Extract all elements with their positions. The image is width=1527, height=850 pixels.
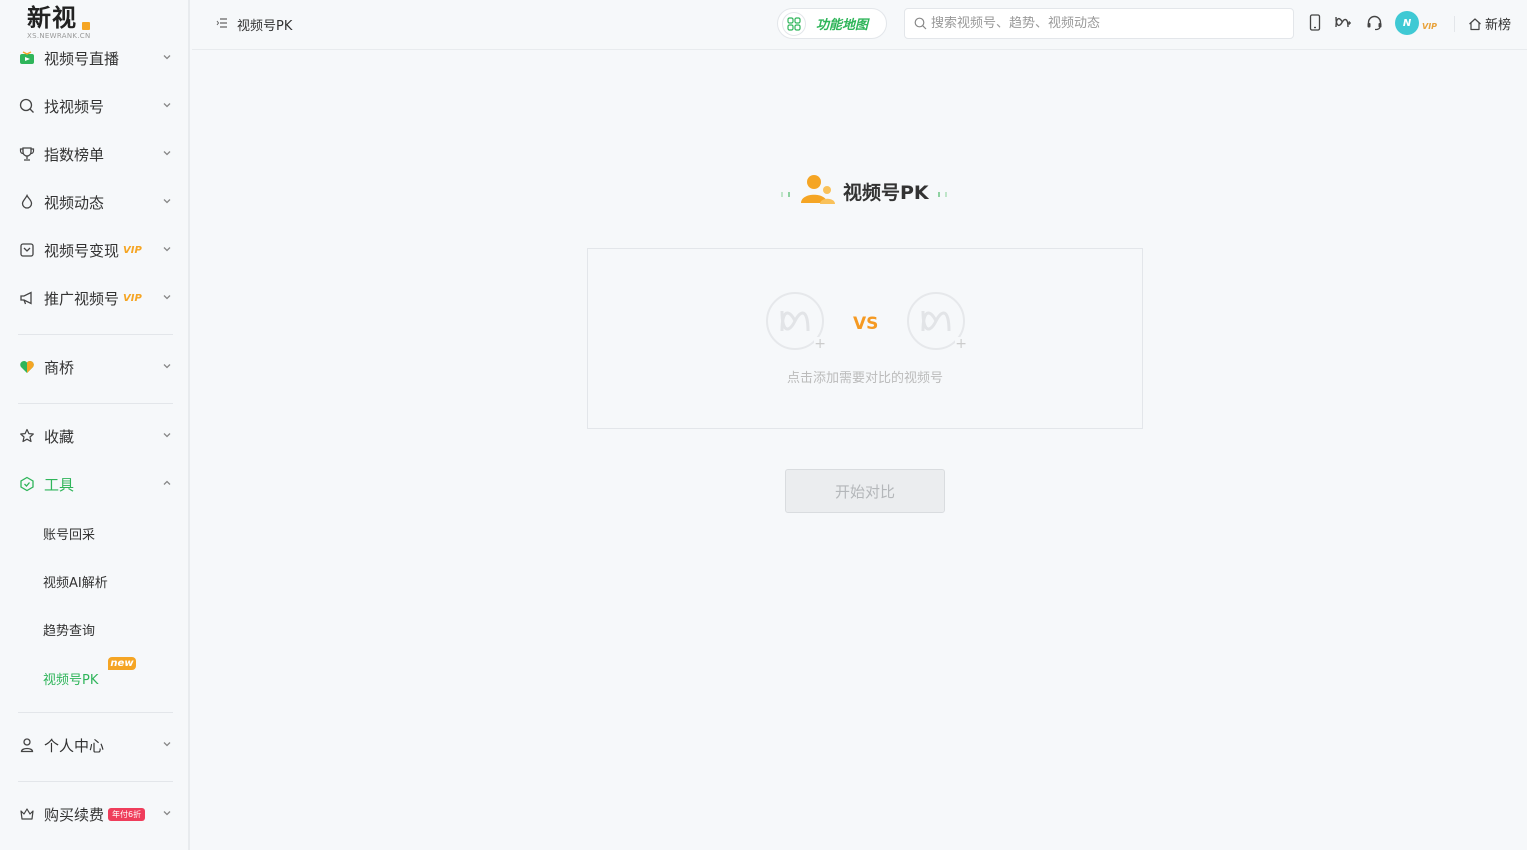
plus-icon: + xyxy=(814,336,826,352)
function-map-label: 功能地图 xyxy=(816,18,869,33)
menu-fold-icon[interactable] xyxy=(216,17,228,29)
vip-badge: VIP xyxy=(123,244,142,256)
page-title-block: 视频号PK xyxy=(778,172,953,208)
sidebar-item-rank[interactable]: 指数榜单 xyxy=(18,139,174,169)
sidebar-item-bridge[interactable]: 商桥 xyxy=(18,352,174,382)
sidebar-item-favorites[interactable]: 收藏 xyxy=(18,421,174,451)
discount-badge: 年付6折 xyxy=(108,807,146,821)
pk-hint-text: 点击添加需要对比的视频号 xyxy=(786,371,943,386)
top-header: 视频号PK 功能地图 N VIP 新榜 xyxy=(192,0,1527,50)
sidebar-subitem-video-ai[interactable]: 视频AI解析 xyxy=(43,572,108,591)
sidebar-item-tools[interactable]: 工具 xyxy=(18,469,174,499)
sidebar-item-label: 购买续费 xyxy=(44,805,105,824)
crown-icon xyxy=(18,805,36,823)
plus-icon: + xyxy=(955,336,967,352)
sidebar-item-label: 推广视频号 xyxy=(44,289,120,308)
add-account-slot-right[interactable]: + xyxy=(907,292,967,352)
breadcrumb: 视频号PK xyxy=(237,19,293,34)
newrank-home-link[interactable]: 新榜 xyxy=(1468,14,1511,33)
chevron-down-icon xyxy=(162,430,172,440)
header-divider xyxy=(1454,16,1455,32)
sidebar-item-find[interactable]: 找视频号 xyxy=(18,91,174,121)
home-icon xyxy=(1469,17,1481,30)
function-map-button[interactable]: 功能地图 xyxy=(777,8,887,39)
sidebar-item-label: 收藏 xyxy=(44,427,75,446)
search-icon xyxy=(18,97,36,115)
chevron-down-icon xyxy=(162,808,172,818)
channels-placeholder-icon xyxy=(780,310,810,332)
title-deco-right xyxy=(938,192,947,197)
vip-badge: VIP xyxy=(123,292,142,304)
mobile-icon[interactable] xyxy=(1309,14,1321,31)
logo-mark xyxy=(82,22,90,30)
chevron-down-icon xyxy=(162,100,172,110)
chevron-down-icon xyxy=(162,361,172,371)
user-icon xyxy=(18,736,36,754)
channels-icon[interactable] xyxy=(1334,14,1352,31)
trophy-icon xyxy=(18,145,36,163)
tools-icon xyxy=(18,475,36,493)
logo-text: 新视 xyxy=(27,4,77,32)
users-icon xyxy=(801,175,835,204)
chevron-up-icon xyxy=(162,478,172,488)
sidebar-item-profile[interactable]: 个人中心 xyxy=(18,730,174,760)
home-label: 新榜 xyxy=(1485,18,1512,33)
sidebar-item-label: 找视频号 xyxy=(44,97,105,116)
sidebar-item-promote[interactable]: 推广视频号 VIP xyxy=(18,283,174,313)
search-icon xyxy=(914,17,927,30)
monetize-icon xyxy=(18,241,36,259)
divider xyxy=(18,712,173,713)
sidebar-item-label: 工具 xyxy=(44,475,75,494)
page-title: 视频号PK xyxy=(843,182,929,204)
pk-compare-box: + VS + 点击添加需要对比的视频号 xyxy=(587,248,1143,429)
divider xyxy=(18,334,173,335)
chevron-down-icon xyxy=(162,196,172,206)
add-account-slot-left[interactable]: + xyxy=(766,292,826,352)
vip-status-badge: VIP xyxy=(1422,22,1438,31)
sidebar: 新视 XS.NEWRANK.CN 视频号直播 找视频号 指数榜单 视频动态 视频… xyxy=(0,0,190,850)
title-deco-left xyxy=(781,192,790,197)
vs-label: VS xyxy=(853,314,879,334)
headset-icon[interactable] xyxy=(1366,14,1383,31)
sidebar-item-label: 个人中心 xyxy=(44,736,105,755)
sidebar-subitem-account-backfill[interactable]: 账号回采 xyxy=(43,524,95,543)
sidebar-item-label: 视频号变现 xyxy=(44,241,120,260)
chevron-down-icon xyxy=(162,148,172,158)
logo[interactable]: 新视 XS.NEWRANK.CN xyxy=(27,4,91,40)
chevron-down-icon xyxy=(162,244,172,254)
star-icon xyxy=(18,427,36,445)
sidebar-item-monetize[interactable]: 视频号变现 VIP xyxy=(18,235,174,265)
search-input[interactable] xyxy=(931,16,1281,31)
start-compare-button[interactable]: 开始对比 xyxy=(785,469,945,513)
sidebar-item-label: 视频动态 xyxy=(44,193,105,212)
sidebar-item-label: 视频号直播 xyxy=(44,49,120,68)
logo-subtext: XS.NEWRANK.CN xyxy=(27,32,91,40)
chevron-down-icon xyxy=(162,52,172,62)
bridge-icon xyxy=(18,358,36,376)
sidebar-item-dynamics[interactable]: 视频动态 xyxy=(18,187,174,217)
new-badge: new xyxy=(108,657,136,670)
chevron-down-icon xyxy=(162,292,172,302)
chevron-down-icon xyxy=(162,739,172,749)
avatar[interactable]: N xyxy=(1395,11,1419,35)
sidebar-item-label: 指数榜单 xyxy=(44,145,105,164)
divider xyxy=(18,403,173,404)
megaphone-icon xyxy=(18,289,36,307)
search-box[interactable] xyxy=(904,8,1294,39)
sidebar-item-label: 商桥 xyxy=(44,358,75,377)
live-icon xyxy=(18,49,36,67)
grid-icon xyxy=(782,11,806,36)
sidebar-subitem-pk[interactable]: 视频号PK xyxy=(43,669,98,688)
divider xyxy=(18,781,173,782)
channels-placeholder-icon xyxy=(921,310,951,332)
sidebar-subitem-trend[interactable]: 趋势查询 xyxy=(43,620,95,639)
flame-icon xyxy=(18,193,36,211)
sidebar-item-live[interactable]: 视频号直播 xyxy=(18,43,174,73)
sidebar-item-purchase[interactable]: 购买续费 年付6折 xyxy=(18,799,174,829)
